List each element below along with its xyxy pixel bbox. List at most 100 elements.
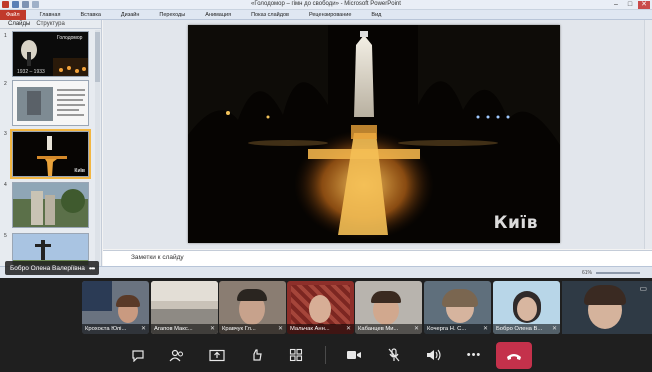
slide-vertical-scrollbar[interactable] <box>644 20 652 249</box>
participant-tile-5[interactable]: Кабанцев Ми... ✕ <box>355 281 422 334</box>
leave-call-button[interactable] <box>496 342 532 369</box>
participant-name: Бобро Олена В... ✕ <box>493 324 560 334</box>
participant-hair <box>371 291 401 303</box>
people-button[interactable] <box>166 345 188 365</box>
window-title: «Голодомор – гімн до свободи» - Microsof… <box>251 1 401 7</box>
tab-slides[interactable]: Слайды <box>8 21 30 27</box>
thumb-number: 4 <box>4 182 7 188</box>
zoom-level[interactable]: 61% <box>582 270 592 276</box>
thumb-number: 3 <box>4 131 7 137</box>
notes-pane[interactable]: Заметки к слайду <box>103 250 652 266</box>
tab-animation[interactable]: Анимация <box>195 10 241 20</box>
tab-view[interactable]: Вид <box>361 10 391 20</box>
participant-hair <box>442 289 478 307</box>
slide-thumbnail-3[interactable]: Київ <box>10 129 91 179</box>
presenter-label: Бобро Олена Валеріївна ••• <box>5 261 100 275</box>
mic-off-icon: ✕ <box>482 326 488 332</box>
tab-file[interactable]: Файл <box>0 9 26 20</box>
mic-off-icon: ✕ <box>140 326 146 332</box>
tab-home[interactable]: Главная <box>30 10 71 20</box>
mic-off-icon: ✕ <box>413 326 419 332</box>
participant-name: Кравчук Гл... ✕ <box>219 324 286 334</box>
participant-name: Агапов Макс... ✕ <box>151 324 218 334</box>
self-hair <box>584 285 626 305</box>
participants-strip: Крохоєта Юлі... ✕ Агапов Макс... ✕ Кравчук… <box>0 279 652 336</box>
hang-up-icon <box>507 353 521 360</box>
close-button[interactable]: ✕ <box>638 1 650 9</box>
title-bar: «Голодомор – гімн до свободи» - Microsof… <box>0 0 652 10</box>
slide-thumbnail-4[interactable] <box>12 182 89 228</box>
background-wall <box>151 281 218 301</box>
participant-headphones <box>237 289 267 301</box>
apps-icon <box>289 348 303 362</box>
tab-outline[interactable]: Структура <box>36 21 64 27</box>
tab-design[interactable]: Дизайн <box>111 10 150 20</box>
tab-slideshow[interactable]: Показ слайдов <box>241 10 299 20</box>
participant-name: Мальчак Анн... ✕ <box>287 324 354 334</box>
mic-off-icon: ✕ <box>551 326 557 332</box>
participant-tile-2[interactable]: Агапов Макс... ✕ <box>151 281 218 334</box>
maximize-button[interactable]: □ <box>624 1 636 9</box>
thumb-3-caption: Київ <box>74 168 85 174</box>
powerpoint-window: «Голодомор – гімн до свободи» - Microsof… <box>0 0 652 278</box>
participant-tile-7[interactable]: Бобро Олена В... ✕ <box>493 281 560 334</box>
chat-icon <box>132 349 144 362</box>
slide-caption: Київ <box>493 213 538 233</box>
chat-button[interactable] <box>127 345 149 365</box>
people-icon <box>169 349 183 361</box>
ribbon-tabs: Файл Главная Вставка Дизайн Переходы Ани… <box>0 9 652 20</box>
current-slide[interactable]: Київ <box>188 25 560 243</box>
zoom-slider[interactable] <box>596 272 640 274</box>
thumb-1-years: 1932 – 1933 <box>17 69 45 75</box>
participant-face <box>517 297 537 321</box>
mic-off-icon <box>388 348 400 362</box>
mic-off-icon: ✕ <box>209 326 215 332</box>
mic-off-icon: ✕ <box>345 326 351 332</box>
participant-face <box>309 295 331 323</box>
mic-button[interactable] <box>383 345 405 365</box>
participant-tile-3[interactable]: Кравчук Гл... ✕ <box>219 281 286 334</box>
toolbar-divider <box>325 346 326 364</box>
camera-button[interactable] <box>343 345 365 365</box>
participant-hair <box>116 295 140 307</box>
window-controls: – □ ✕ <box>610 1 650 9</box>
apps-button[interactable] <box>285 345 307 365</box>
slide-editing-area: Київ <box>103 20 652 249</box>
minimize-button[interactable]: – <box>610 1 622 9</box>
reactions-button[interactable] <box>246 345 268 365</box>
thumb-number: 5 <box>4 233 7 239</box>
participant-tile-6[interactable]: Кочерга Н. С... ✕ <box>424 281 491 334</box>
scrollbar-thumb[interactable] <box>95 32 100 82</box>
tab-insert[interactable]: Вставка <box>70 10 110 20</box>
participant-name: Кабанцев Ми... ✕ <box>355 324 422 334</box>
thumb-4-image <box>13 183 88 227</box>
slide-thumbnail-2[interactable] <box>12 80 89 126</box>
thumb-2-image <box>13 81 88 125</box>
participant-name: Кочерга Н. С... ✕ <box>424 324 491 334</box>
tab-transitions[interactable]: Переходы <box>149 10 195 20</box>
reactions-icon <box>253 349 262 361</box>
slide-thumbnail-1[interactable]: Голодомор 1932 – 1933 <box>12 31 89 77</box>
notes-placeholder: Заметки к слайду <box>131 254 184 261</box>
panel-tabs: Слайды Структура <box>0 20 101 29</box>
panel-scrollbar[interactable] <box>95 30 100 266</box>
participant-tile-4[interactable]: Мальчак Анн... ✕ <box>287 281 354 334</box>
self-video-tile[interactable]: ▭ <box>562 281 652 334</box>
meeting-control-bar: ••• <box>0 338 652 372</box>
thumb-1-title: Голодомор <box>57 35 83 41</box>
presenter-name: Бобро Олена Валеріївна <box>10 264 85 272</box>
speaker-button[interactable] <box>423 345 445 365</box>
share-screen-icon <box>209 349 225 361</box>
share-screen-button[interactable] <box>206 345 228 365</box>
speaker-icon <box>427 349 441 361</box>
background-image <box>82 281 112 311</box>
thumb-number: 2 <box>4 81 7 87</box>
presenter-more-button[interactable]: ••• <box>89 264 95 273</box>
participant-name: Крохоєта Юлі... ✕ <box>82 324 149 334</box>
slide-photo-memorial <box>188 25 560 243</box>
mic-off-icon: ✕ <box>277 326 283 332</box>
tab-review[interactable]: Рецензирование <box>299 10 361 20</box>
more-options-button[interactable]: ••• <box>463 345 485 365</box>
participant-tile-1[interactable]: Крохоєта Юлі... ✕ <box>82 281 149 334</box>
screen-share-indicator-icon[interactable]: ▭ <box>639 284 647 293</box>
